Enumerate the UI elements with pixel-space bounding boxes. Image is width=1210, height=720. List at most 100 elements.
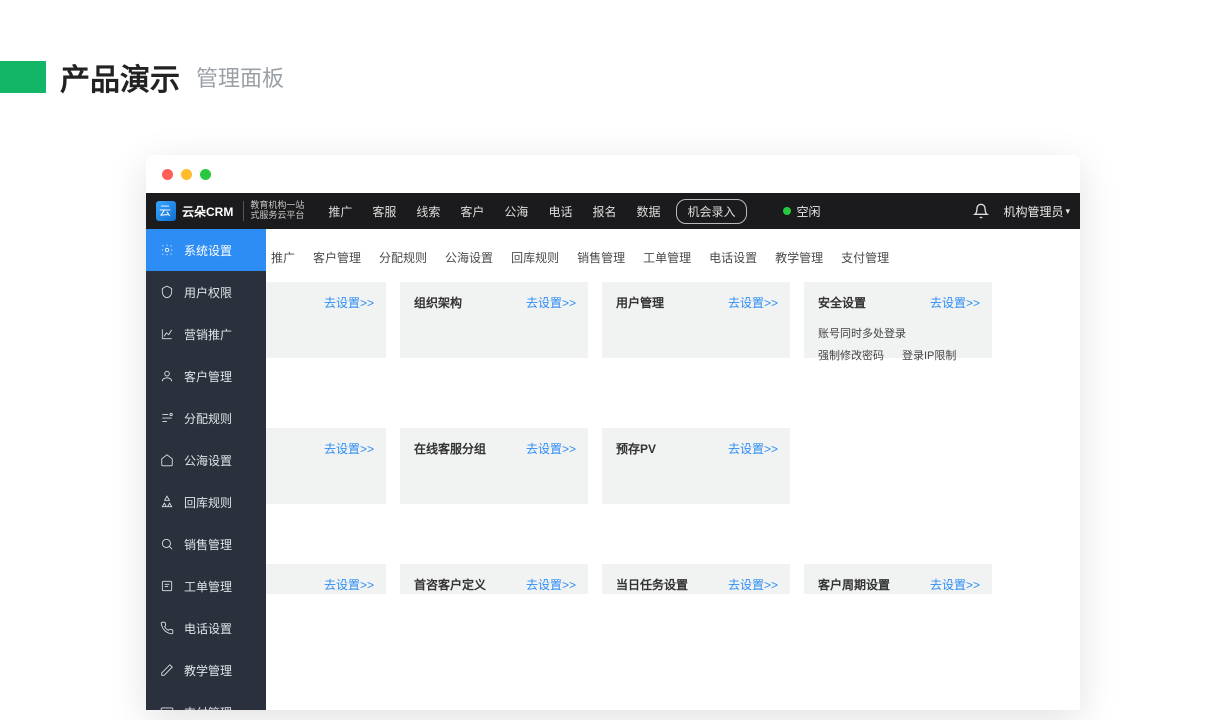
card-customer-cycle: 客户周期设置 去设置>>: [804, 564, 992, 594]
maximize-dot[interactable]: [200, 169, 211, 180]
sidebar-item-label: 工单管理: [184, 578, 232, 595]
nav-item[interactable]: 报名: [584, 199, 624, 224]
card: 去设置>>: [266, 564, 386, 594]
tab-item[interactable]: 电话设置: [700, 245, 766, 270]
traffic-lights: [146, 155, 1080, 193]
tab-item[interactable]: 工单管理: [634, 245, 700, 270]
go-settings-link[interactable]: 去设置>>: [728, 294, 778, 311]
card-sub-item: 登录IP限制: [902, 347, 956, 363]
status-label: 空闲: [797, 203, 821, 220]
go-settings-link[interactable]: 去设置>>: [324, 576, 374, 593]
phone-icon: [160, 621, 174, 635]
nav-item[interactable]: 推广: [320, 199, 360, 224]
minimize-dot[interactable]: [181, 169, 192, 180]
card-security-settings: 安全设置 去设置>> 账号同时多处登录 强制修改密码 登录IP限制: [804, 282, 992, 358]
sidebar-item-label: 分配规则: [184, 410, 232, 427]
card-online-group: 在线客服分组 去设置>>: [400, 428, 588, 504]
sidebar-item-assign-rule[interactable]: 分配规则: [146, 397, 266, 439]
tab-item[interactable]: 销售管理: [568, 245, 634, 270]
sidebar-item-pool[interactable]: 公海设置: [146, 439, 266, 481]
tab-item[interactable]: 回库规则: [502, 245, 568, 270]
sidebar-item-label: 营销推广: [184, 326, 232, 343]
user-menu[interactable]: 机构管理员 ▾: [1003, 203, 1070, 220]
go-settings-link[interactable]: 去设置>>: [728, 576, 778, 593]
card-sub-item: 强制修改密码: [818, 347, 884, 363]
sidebar-item-system-settings[interactable]: 系统设置: [146, 229, 266, 271]
card: 去设置>>: [266, 428, 386, 504]
go-settings-link[interactable]: 去设置>>: [526, 294, 576, 311]
edit-icon: [160, 663, 174, 677]
sidebar-item-sales[interactable]: 销售管理: [146, 523, 266, 565]
ticket-icon: [160, 579, 174, 593]
shield-icon: [160, 285, 174, 299]
tab-item[interactable]: 分配规则: [370, 245, 436, 270]
go-settings-link[interactable]: 去设置>>: [930, 294, 980, 311]
nav-item[interactable]: 客户: [452, 199, 492, 224]
logo-subtext: 教育机构一站 式服务云平台: [243, 201, 304, 221]
sidebar-item-teaching[interactable]: 教学管理: [146, 649, 266, 691]
sidebar-item-label: 销售管理: [184, 536, 232, 553]
bell-icon[interactable]: [973, 203, 989, 219]
page-title: 产品演示: [60, 55, 180, 99]
go-settings-link[interactable]: 去设置>>: [526, 576, 576, 593]
sidebar: 系统设置 用户权限 营销推广 客户管理 分配规则 公海设置: [146, 229, 266, 710]
card-org-structure: 组织架构 去设置>>: [400, 282, 588, 358]
tab-item[interactable]: 推广: [266, 245, 304, 270]
sidebar-item-label: 回库规则: [184, 494, 232, 511]
card-icon: [160, 705, 174, 710]
sidebar-item-marketing[interactable]: 营销推广: [146, 313, 266, 355]
nav-item[interactable]: 数据: [628, 199, 668, 224]
sidebar-item-payment[interactable]: 支付管理: [146, 691, 266, 710]
status-indicator[interactable]: 空闲: [783, 203, 821, 220]
logo-icon: [156, 201, 176, 221]
sidebar-item-user-permission[interactable]: 用户权限: [146, 271, 266, 313]
status-dot-icon: [783, 207, 791, 215]
sidebar-item-label: 客户管理: [184, 368, 232, 385]
subtabs: 推广 客户管理 分配规则 公海设置 回库规则 销售管理 工单管理 电话设置 教学…: [266, 229, 1080, 282]
chart-icon: [160, 327, 174, 341]
header-green-block: [0, 61, 46, 93]
go-settings-link[interactable]: 去设置>>: [728, 440, 778, 457]
topbar: 云朵CRM 教育机构一站 式服务云平台 推广 客服 线索 客户 公海 电话 报名…: [146, 193, 1080, 229]
close-dot[interactable]: [162, 169, 173, 180]
nav-item[interactable]: 电话: [540, 199, 580, 224]
sales-icon: [160, 537, 174, 551]
sidebar-item-label: 教学管理: [184, 662, 232, 679]
top-nav: 推广 客服 线索 客户 公海 电话 报名 数据: [320, 199, 668, 224]
content-area: 推广 客户管理 分配规则 公海设置 回库规则 销售管理 工单管理 电话设置 教学…: [266, 229, 1080, 710]
globe-icon: [160, 453, 174, 467]
nav-item[interactable]: 线索: [408, 199, 448, 224]
sidebar-item-label: 公海设置: [184, 452, 232, 469]
go-settings-link[interactable]: 去设置>>: [930, 576, 980, 593]
tab-item[interactable]: 公海设置: [436, 245, 502, 270]
go-settings-link[interactable]: 去设置>>: [324, 294, 374, 311]
sidebar-item-ticket[interactable]: 工单管理: [146, 565, 266, 607]
page-subtitle: 管理面板: [196, 61, 284, 93]
record-button[interactable]: 机会录入: [676, 199, 746, 224]
caret-down-icon: ▾: [1065, 206, 1070, 217]
go-settings-link[interactable]: 去设置>>: [324, 440, 374, 457]
tab-item[interactable]: 支付管理: [832, 245, 898, 270]
logo[interactable]: 云朵CRM 教育机构一站 式服务云平台: [154, 201, 312, 221]
assign-icon: [160, 411, 174, 425]
sidebar-item-label: 系统设置: [184, 242, 232, 259]
tab-item[interactable]: 教学管理: [766, 245, 832, 270]
nav-item[interactable]: 公海: [496, 199, 536, 224]
sidebar-item-return-rule[interactable]: 回库规则: [146, 481, 266, 523]
sidebar-item-phone[interactable]: 电话设置: [146, 607, 266, 649]
card: 去设置>>: [266, 282, 386, 358]
card-prestored-pv: 预存PV 去设置>>: [602, 428, 790, 504]
card-first-consult-def: 首咨客户定义 去设置>>: [400, 564, 588, 594]
sidebar-item-customer[interactable]: 客户管理: [146, 355, 266, 397]
tab-item[interactable]: 客户管理: [304, 245, 370, 270]
nav-item[interactable]: 客服: [364, 199, 404, 224]
sidebar-item-label: 支付管理: [184, 704, 232, 711]
card-sub-item: 账号同时多处登录: [818, 325, 906, 341]
user-icon: [160, 369, 174, 383]
sidebar-item-label: 用户权限: [184, 284, 232, 301]
sidebar-item-label: 电话设置: [184, 620, 232, 637]
settings-icon: [160, 243, 174, 257]
go-settings-link[interactable]: 去设置>>: [526, 440, 576, 457]
card-user-management: 用户管理 去设置>>: [602, 282, 790, 358]
app-window: 云朵CRM 教育机构一站 式服务云平台 推广 客服 线索 客户 公海 电话 报名…: [146, 155, 1080, 710]
